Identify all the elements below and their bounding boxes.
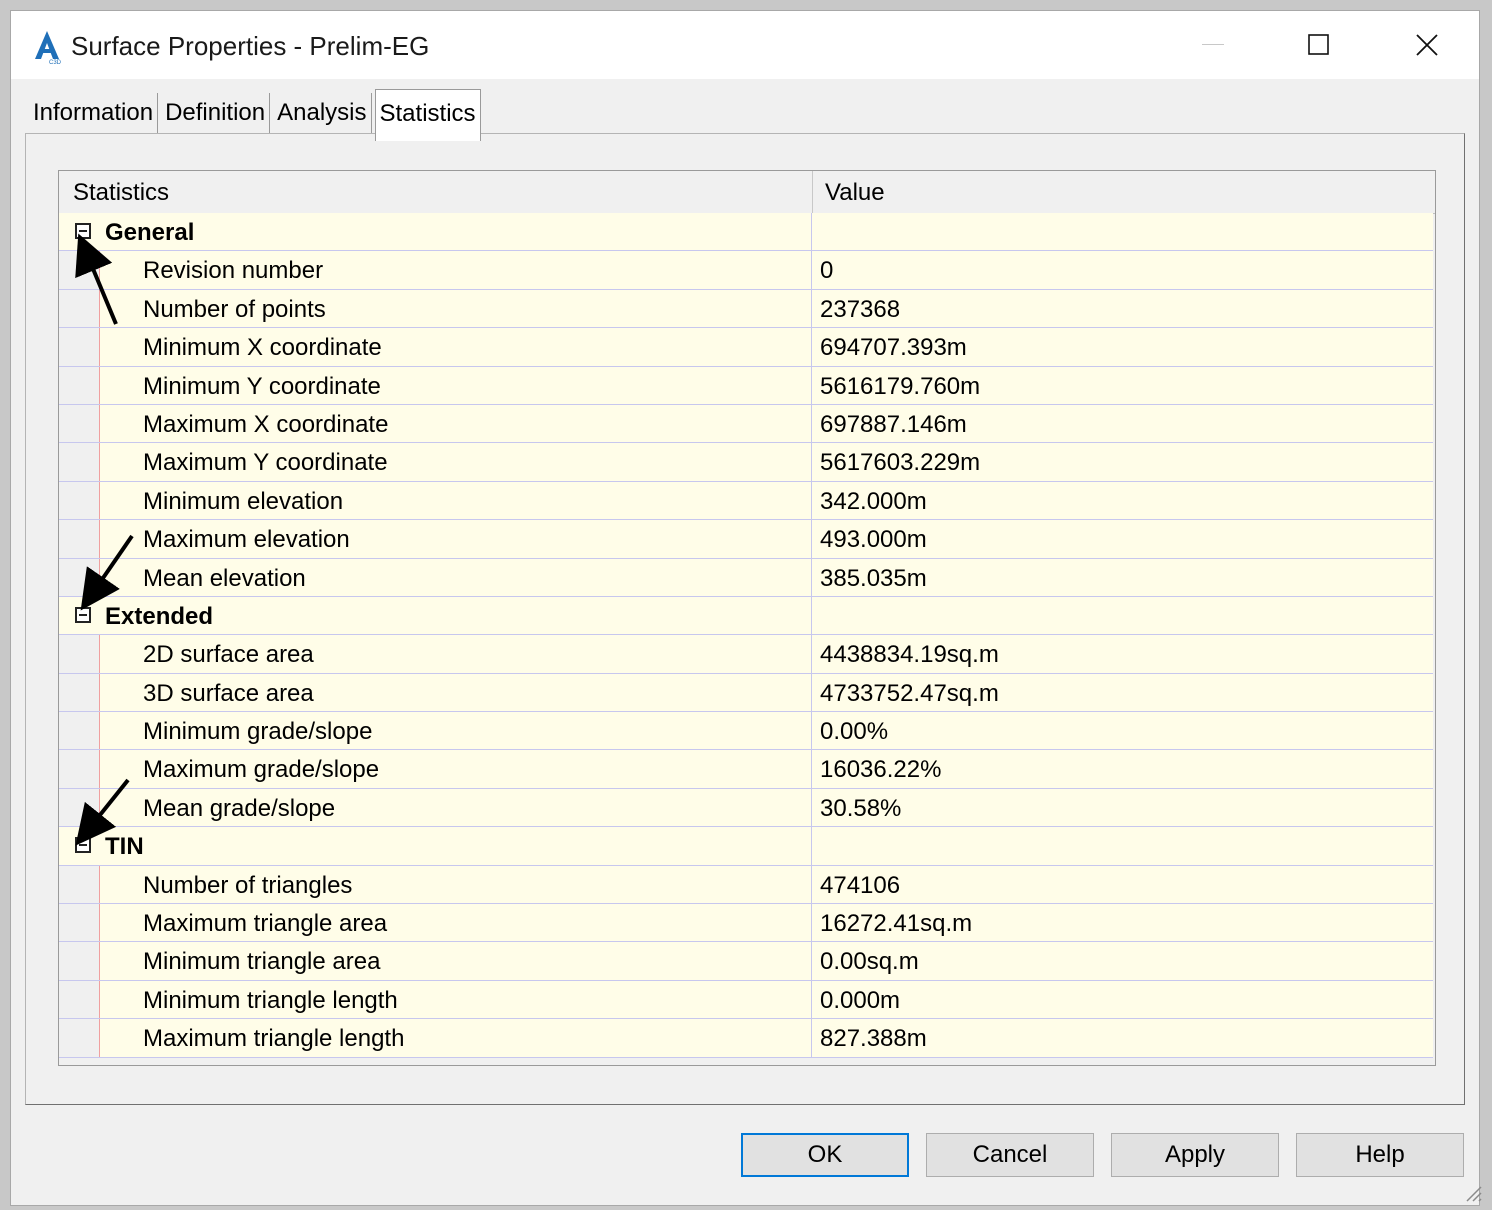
stat-value: 237368 — [820, 295, 901, 323]
table-row[interactable]: Maximum elevation 493.000m — [59, 520, 1433, 559]
stat-name: Maximum X coordinate — [143, 410, 389, 438]
table-row[interactable]: 3D surface area 4733752.47sq.m — [59, 673, 1433, 713]
statistics-grid[interactable]: Statistics Value General Revision number… — [58, 170, 1436, 1066]
svg-text:C3D: C3D — [49, 60, 61, 65]
stat-name: Mean elevation — [143, 564, 306, 592]
table-row[interactable]: Number of triangles 474106 — [59, 865, 1433, 905]
stat-name: Maximum grade/slope — [143, 756, 380, 784]
title-bar[interactable]: C3D Surface Properties - Prelim-EG — [11, 11, 1479, 79]
stat-name: Maximum Y coordinate — [143, 449, 388, 477]
stat-name: Number of points — [143, 295, 326, 323]
table-row[interactable]: Revision number 0 — [59, 251, 1433, 290]
tab-bar: Information Definition Analysis Statisti… — [29, 89, 484, 141]
autocad-civil3d-icon: C3D — [35, 31, 61, 65]
table-row[interactable]: Minimum grade/slope 0.00% — [59, 712, 1433, 751]
stat-name: Number of triangles — [143, 871, 353, 899]
stat-name: 3D surface area — [143, 679, 314, 707]
table-row[interactable]: Minimum triangle area 0.00sq.m — [59, 942, 1433, 981]
tab-definition[interactable]: Definition — [161, 93, 271, 133]
stat-value: 16036.22% — [820, 756, 942, 784]
stat-name: Minimum grade/slope — [143, 718, 373, 746]
surface-properties-dialog: C3D Surface Properties - Prelim-EG Infor… — [10, 10, 1483, 1206]
stat-value: 30.58% — [820, 794, 902, 822]
table-row[interactable]: Minimum elevation 342.000m — [59, 481, 1433, 521]
maximize-button[interactable] — [1269, 11, 1369, 79]
group-row-extended[interactable]: Extended — [59, 596, 1433, 636]
grid-header: Statistics Value — [59, 171, 1435, 214]
column-header-statistics[interactable]: Statistics — [73, 179, 169, 207]
minimize-button[interactable] — [1163, 11, 1263, 79]
table-row[interactable]: Minimum Y coordinate 5616179.760m — [59, 366, 1433, 405]
table-row[interactable]: Minimum X coordinate 694707.393m — [59, 328, 1433, 367]
window-title: Surface Properties - Prelim-EG — [71, 31, 430, 61]
table-row[interactable]: 2D surface area 4438834.19sq.m — [59, 635, 1433, 674]
grid-rows: General Revision number 0 Number of point… — [59, 213, 1433, 1058]
stat-name: Minimum Y coordinate — [143, 372, 381, 400]
stat-value: 5617603.229m — [820, 449, 981, 477]
table-row[interactable]: Maximum X coordinate 697887.146m — [59, 404, 1433, 444]
stat-value: 16272.41sq.m — [820, 910, 973, 938]
group-label: TIN — [105, 833, 144, 861]
stat-name: Maximum triangle area — [143, 910, 388, 938]
stat-name: Mean grade/slope — [143, 794, 336, 822]
tab-information[interactable]: Information — [29, 93, 159, 133]
stat-name: Maximum elevation — [143, 526, 350, 554]
group-row-tin[interactable]: TIN — [59, 827, 1433, 866]
table-row[interactable]: Number of points 237368 — [59, 289, 1433, 329]
stat-name: Minimum X coordinate — [143, 334, 382, 362]
tab-statistics[interactable]: Statistics — [374, 89, 481, 141]
apply-button[interactable]: Apply — [1111, 1133, 1279, 1177]
column-header-value[interactable]: Value — [825, 179, 885, 207]
table-row[interactable]: Mean grade/slope 30.58% — [59, 788, 1433, 828]
collapse-icon[interactable] — [75, 606, 91, 623]
ok-button[interactable]: OK — [741, 1133, 909, 1177]
stat-name: Maximum triangle length — [143, 1025, 405, 1053]
close-button[interactable] — [1377, 11, 1477, 79]
stat-value: 0.00% — [820, 718, 889, 746]
stat-value: 5616179.760m — [820, 372, 981, 400]
tab-analysis[interactable]: Analysis — [273, 93, 372, 133]
stat-name: Revision number — [143, 257, 324, 285]
stat-name: Minimum triangle length — [143, 986, 398, 1014]
stat-value: 385.035m — [820, 564, 927, 592]
stat-value: 4733752.47sq.m — [820, 679, 999, 707]
group-label: General — [105, 219, 195, 246]
table-row[interactable]: Maximum triangle area 16272.41sq.m — [59, 904, 1433, 943]
group-row-general[interactable]: General — [59, 213, 1433, 252]
collapse-icon[interactable] — [75, 223, 91, 239]
table-row[interactable]: Maximum grade/slope 16036.22% — [59, 750, 1433, 789]
cancel-button[interactable]: Cancel — [926, 1133, 1094, 1177]
stat-name: 2D surface area — [143, 641, 314, 669]
stat-value: 474106 — [820, 871, 901, 899]
group-label: Extended — [105, 602, 214, 630]
stat-value: 493.000m — [820, 526, 927, 554]
table-row[interactable]: Minimum triangle length 0.000m — [59, 980, 1433, 1020]
stat-value: 697887.146m — [820, 410, 967, 438]
stat-value: 827.388m — [820, 1025, 927, 1053]
collapse-icon[interactable] — [75, 837, 91, 854]
table-row[interactable]: Maximum Y coordinate 5617603.229m — [59, 443, 1433, 482]
minimize-icon — [1202, 44, 1224, 45]
stat-value: 694707.393m — [820, 334, 967, 362]
maximize-icon — [1308, 34, 1329, 55]
stat-value: 0.00sq.m — [820, 948, 919, 976]
column-divider[interactable] — [812, 171, 813, 213]
stat-value: 342.000m — [820, 487, 927, 515]
stat-value: 0.000m — [820, 986, 901, 1014]
stat-name: Minimum elevation — [143, 487, 344, 515]
table-row[interactable]: Maximum triangle length 827.388m — [59, 1019, 1433, 1058]
stat-name: Minimum triangle area — [143, 948, 381, 976]
close-icon — [1416, 34, 1438, 56]
table-row[interactable]: Mean elevation 385.035m — [59, 558, 1433, 597]
stat-value: 4438834.19sq.m — [820, 641, 999, 669]
resize-grip-icon[interactable] — [1459, 1179, 1483, 1203]
stat-value: 0 — [820, 257, 834, 285]
statistics-panel: Statistics Value General Revision number… — [25, 133, 1465, 1105]
help-button[interactable]: Help — [1296, 1133, 1464, 1177]
